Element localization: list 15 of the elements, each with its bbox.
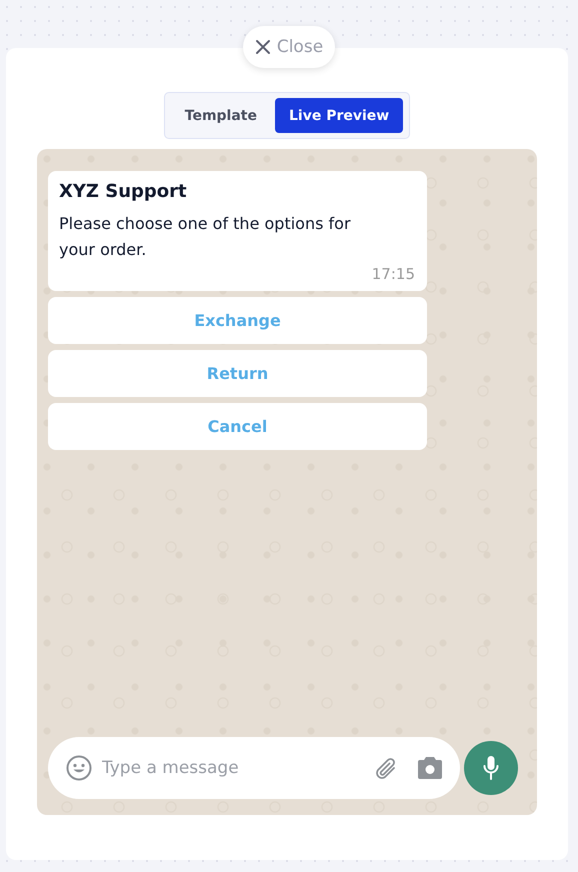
camera-icon[interactable]: [416, 756, 444, 780]
microphone-button[interactable]: [464, 741, 518, 795]
quick-reply-button[interactable]: Cancel: [48, 403, 427, 450]
close-button[interactable]: Close: [242, 26, 336, 68]
message-time: 17:15: [372, 265, 415, 283]
message-text: Please choose one of the options for your order.: [59, 213, 352, 261]
tab[interactable]: Live Preview: [275, 98, 404, 133]
emoji-icon[interactable]: [66, 755, 92, 781]
close-icon: [254, 39, 271, 55]
quick-reply-button[interactable]: Return: [48, 350, 427, 397]
message-title: XYZ Support: [59, 181, 188, 202]
message-input[interactable]: Type a message: [100, 757, 364, 779]
quick-reply-button[interactable]: Exchange: [48, 297, 427, 344]
microphone-icon: [483, 755, 499, 781]
tab[interactable]: Template: [170, 98, 271, 133]
